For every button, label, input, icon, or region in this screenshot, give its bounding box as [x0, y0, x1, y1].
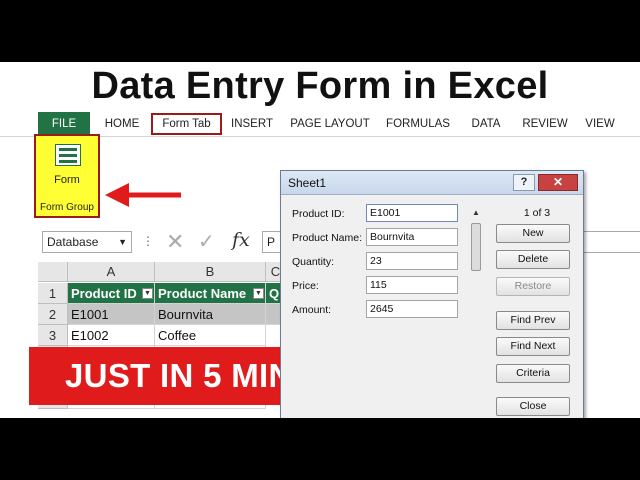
form-button-label[interactable]: Form [36, 174, 98, 186]
chevron-down-icon[interactable]: ▼ [118, 232, 127, 252]
data-form-dialog: Sheet1 ? ✕ Product ID: E1001 Product Nam… [280, 170, 584, 420]
field-label: Product ID: [292, 208, 345, 220]
new-button[interactable]: New [496, 224, 570, 243]
tab-insert[interactable]: INSERT [228, 113, 276, 135]
tab-home[interactable]: HOME [100, 113, 144, 135]
ribbon-tab-bar: FILE HOME Form Tab INSERT PAGE LAYOUT FO… [0, 110, 640, 136]
restore-button[interactable]: Restore [496, 277, 570, 296]
find-prev-button[interactable]: Find Prev [496, 311, 570, 330]
field-label: Price: [292, 280, 319, 292]
form-icon[interactable] [55, 144, 81, 166]
top-letterbox [0, 0, 640, 62]
product-name-field[interactable]: Bournvita [366, 228, 458, 246]
scroll-thumb[interactable] [471, 223, 481, 271]
column-header[interactable]: B [155, 262, 266, 282]
close-icon[interactable]: ✕ [538, 174, 578, 191]
tab-formulas[interactable]: FORMULAS [385, 113, 451, 135]
bottom-letterbox [0, 418, 640, 480]
name-box[interactable]: Database ▼ [42, 231, 132, 253]
record-scrollbar[interactable]: ▲ [470, 207, 482, 412]
close-button[interactable]: Close [496, 397, 570, 416]
table-cell[interactable]: E1002 [68, 325, 155, 346]
form-group-label: Form Group [40, 202, 94, 213]
cancel-icon[interactable]: ✕ [166, 229, 184, 255]
tab-data[interactable]: DATA [466, 113, 506, 135]
row-header[interactable]: 3 [38, 325, 68, 346]
tab-view[interactable]: VIEW [582, 113, 618, 135]
tab-form-tab[interactable]: Form Tab [151, 113, 222, 135]
filter-dropdown-icon[interactable]: ▼ [253, 288, 264, 299]
enter-check-icon[interactable]: ✓ [198, 229, 215, 254]
find-next-button[interactable]: Find Next [496, 337, 570, 356]
tab-page-layout[interactable]: PAGE LAYOUT [290, 113, 370, 135]
product-id-field[interactable]: E1001 [366, 204, 458, 222]
form-group: Form Form Group [34, 134, 100, 218]
field-label: Quantity: [292, 256, 335, 268]
scroll-up-icon[interactable]: ▲ [470, 207, 482, 219]
amount-field[interactable]: 2645 [366, 300, 458, 318]
dialog-title: Sheet1 [288, 176, 327, 190]
table-cell[interactable]: E1001 [68, 304, 155, 325]
table-cell[interactable]: Bournvita [155, 304, 266, 325]
tab-review[interactable]: REVIEW [519, 113, 571, 135]
header-label: Product ID [71, 286, 137, 301]
header-label: Q [269, 286, 280, 301]
row-header[interactable]: 1 [38, 283, 68, 304]
name-box-value: Database [47, 235, 99, 249]
insert-function-icon[interactable]: fx [232, 229, 250, 251]
table-cell[interactable]: Coffee [155, 325, 266, 346]
select-all-corner[interactable] [38, 262, 68, 282]
quantity-field[interactable]: 23 [366, 252, 458, 270]
tab-file[interactable]: FILE [38, 112, 90, 136]
video-headline: Data Entry Form in Excel [0, 62, 640, 108]
price-field[interactable]: 115 [366, 276, 458, 294]
delete-button[interactable]: Delete [496, 250, 570, 269]
help-icon[interactable]: ? [513, 174, 535, 191]
column-header[interactable]: A [68, 262, 155, 282]
table-header-cell[interactable]: Product Name ▼ [155, 283, 266, 304]
more-icon: ⋮ [142, 234, 154, 248]
record-counter: 1 of 3 [523, 207, 551, 219]
criteria-button[interactable]: Criteria [496, 364, 570, 383]
field-label: Product Name: [292, 232, 363, 244]
row-header[interactable]: 2 [38, 304, 68, 325]
red-pointer-arrow-icon [105, 183, 181, 207]
field-label: Amount: [292, 304, 332, 316]
filter-dropdown-icon[interactable]: ▼ [142, 288, 153, 299]
table-header-cell[interactable]: Product ID ▼ [68, 283, 155, 304]
header-label: Product Name [158, 286, 247, 301]
